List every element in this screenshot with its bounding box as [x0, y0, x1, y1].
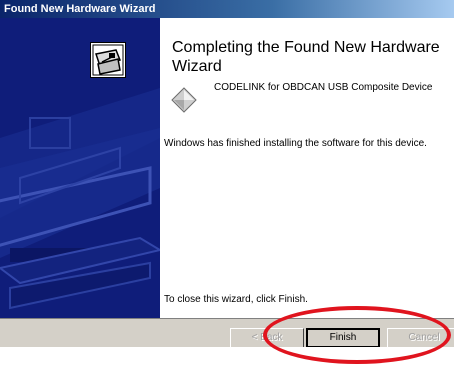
wizard-heading: Completing the Found New Hardware Wizard	[172, 39, 440, 75]
close-instruction: To close this wizard, click Finish.	[164, 294, 308, 305]
device-row: CODELINK for OBDCAN USB Composite Device	[170, 82, 450, 116]
hardware-wizard-icon	[90, 42, 126, 78]
finished-message: Windows has finished installing the soft…	[164, 138, 427, 149]
device-icon	[171, 87, 197, 113]
wizard-content: Completing the Found New Hardware Wizard…	[160, 18, 454, 318]
device-name: CODELINK for OBDCAN USB Composite Device	[214, 82, 433, 93]
cancel-button[interactable]: Cancel	[387, 328, 454, 347]
banner-artwork	[0, 18, 160, 318]
side-banner	[0, 18, 160, 318]
button-bar: < Back Finish Cancel	[0, 318, 454, 347]
back-button[interactable]: < Back	[230, 328, 304, 347]
finish-button[interactable]: Finish	[306, 328, 380, 347]
window-title[interactable]: Found New Hardware Wizard	[0, 0, 454, 18]
wizard-window: Found New Hardware Wizard Completing the…	[0, 0, 454, 347]
